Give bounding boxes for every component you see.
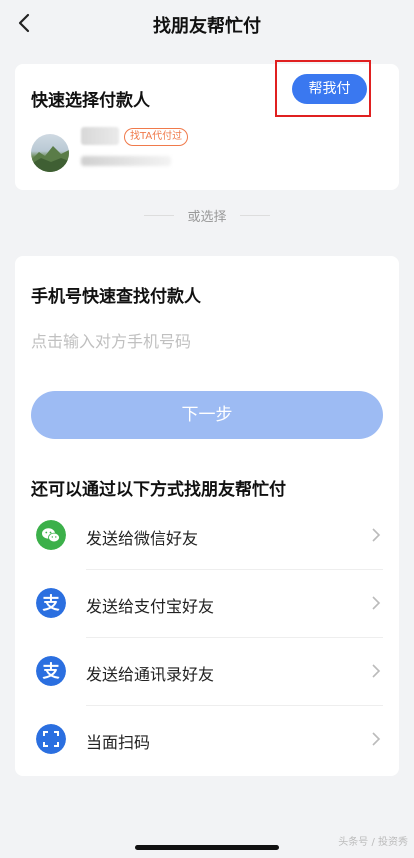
option-wechat-friend[interactable]: 发送给微信好友	[31, 502, 383, 570]
contact-account-redacted	[81, 156, 171, 166]
contact-name-redacted	[81, 127, 119, 145]
chevron-right-icon	[372, 528, 381, 542]
svg-text:支: 支	[43, 661, 61, 682]
mountain-landscape-icon	[31, 146, 69, 172]
option-contacts-friend[interactable]: 支 发送给通讯录好友	[31, 638, 383, 706]
option-label: 发送给支付宝好友	[86, 597, 215, 616]
next-step-button[interactable]: 下一步	[31, 391, 383, 439]
other-methods-heading: 还可以通过以下方式找朋友帮忙付	[31, 480, 286, 500]
help-me-pay-button[interactable]: 帮我付	[292, 74, 367, 104]
page-title: 找朋友帮忙付	[153, 16, 261, 37]
wechat-icon	[36, 520, 66, 550]
chevron-right-icon	[372, 732, 381, 746]
alipay-icon: 支	[36, 656, 66, 686]
option-label: 发送给微信好友	[86, 529, 199, 548]
nav-bar: 找朋友帮忙付	[0, 0, 414, 46]
or-select-divider: 或选择	[0, 206, 414, 225]
svg-text:支: 支	[43, 593, 61, 614]
option-label: 发送给通讯录好友	[86, 665, 215, 684]
quick-select-heading: 快速选择付款人	[31, 91, 150, 111]
watermark: 头条号 / 投资秀	[338, 837, 408, 848]
alipay-icon: 支	[36, 588, 66, 618]
scan-icon	[36, 724, 66, 754]
home-indicator	[135, 845, 279, 850]
chevron-right-icon	[372, 664, 381, 678]
divider-line-right	[240, 215, 270, 216]
phone-number-input[interactable]	[31, 328, 383, 354]
option-label: 当面扫码	[86, 733, 151, 752]
phone-search-card: 手机号快速查找付款人 下一步 还可以通过以下方式找朋友帮忙付 发送给微信好友 支…	[15, 256, 399, 776]
contact-avatar[interactable]	[31, 134, 69, 172]
phone-search-heading: 手机号快速查找付款人	[31, 287, 201, 307]
chevron-right-icon	[372, 596, 381, 610]
option-face-to-face-scan[interactable]: 当面扫码	[31, 706, 383, 774]
option-alipay-friend[interactable]: 支 发送给支付宝好友	[31, 570, 383, 638]
paid-before-tag: 找TA代付过	[124, 128, 189, 146]
divider-text: 或选择	[187, 210, 227, 225]
divider-line-left	[144, 215, 174, 216]
